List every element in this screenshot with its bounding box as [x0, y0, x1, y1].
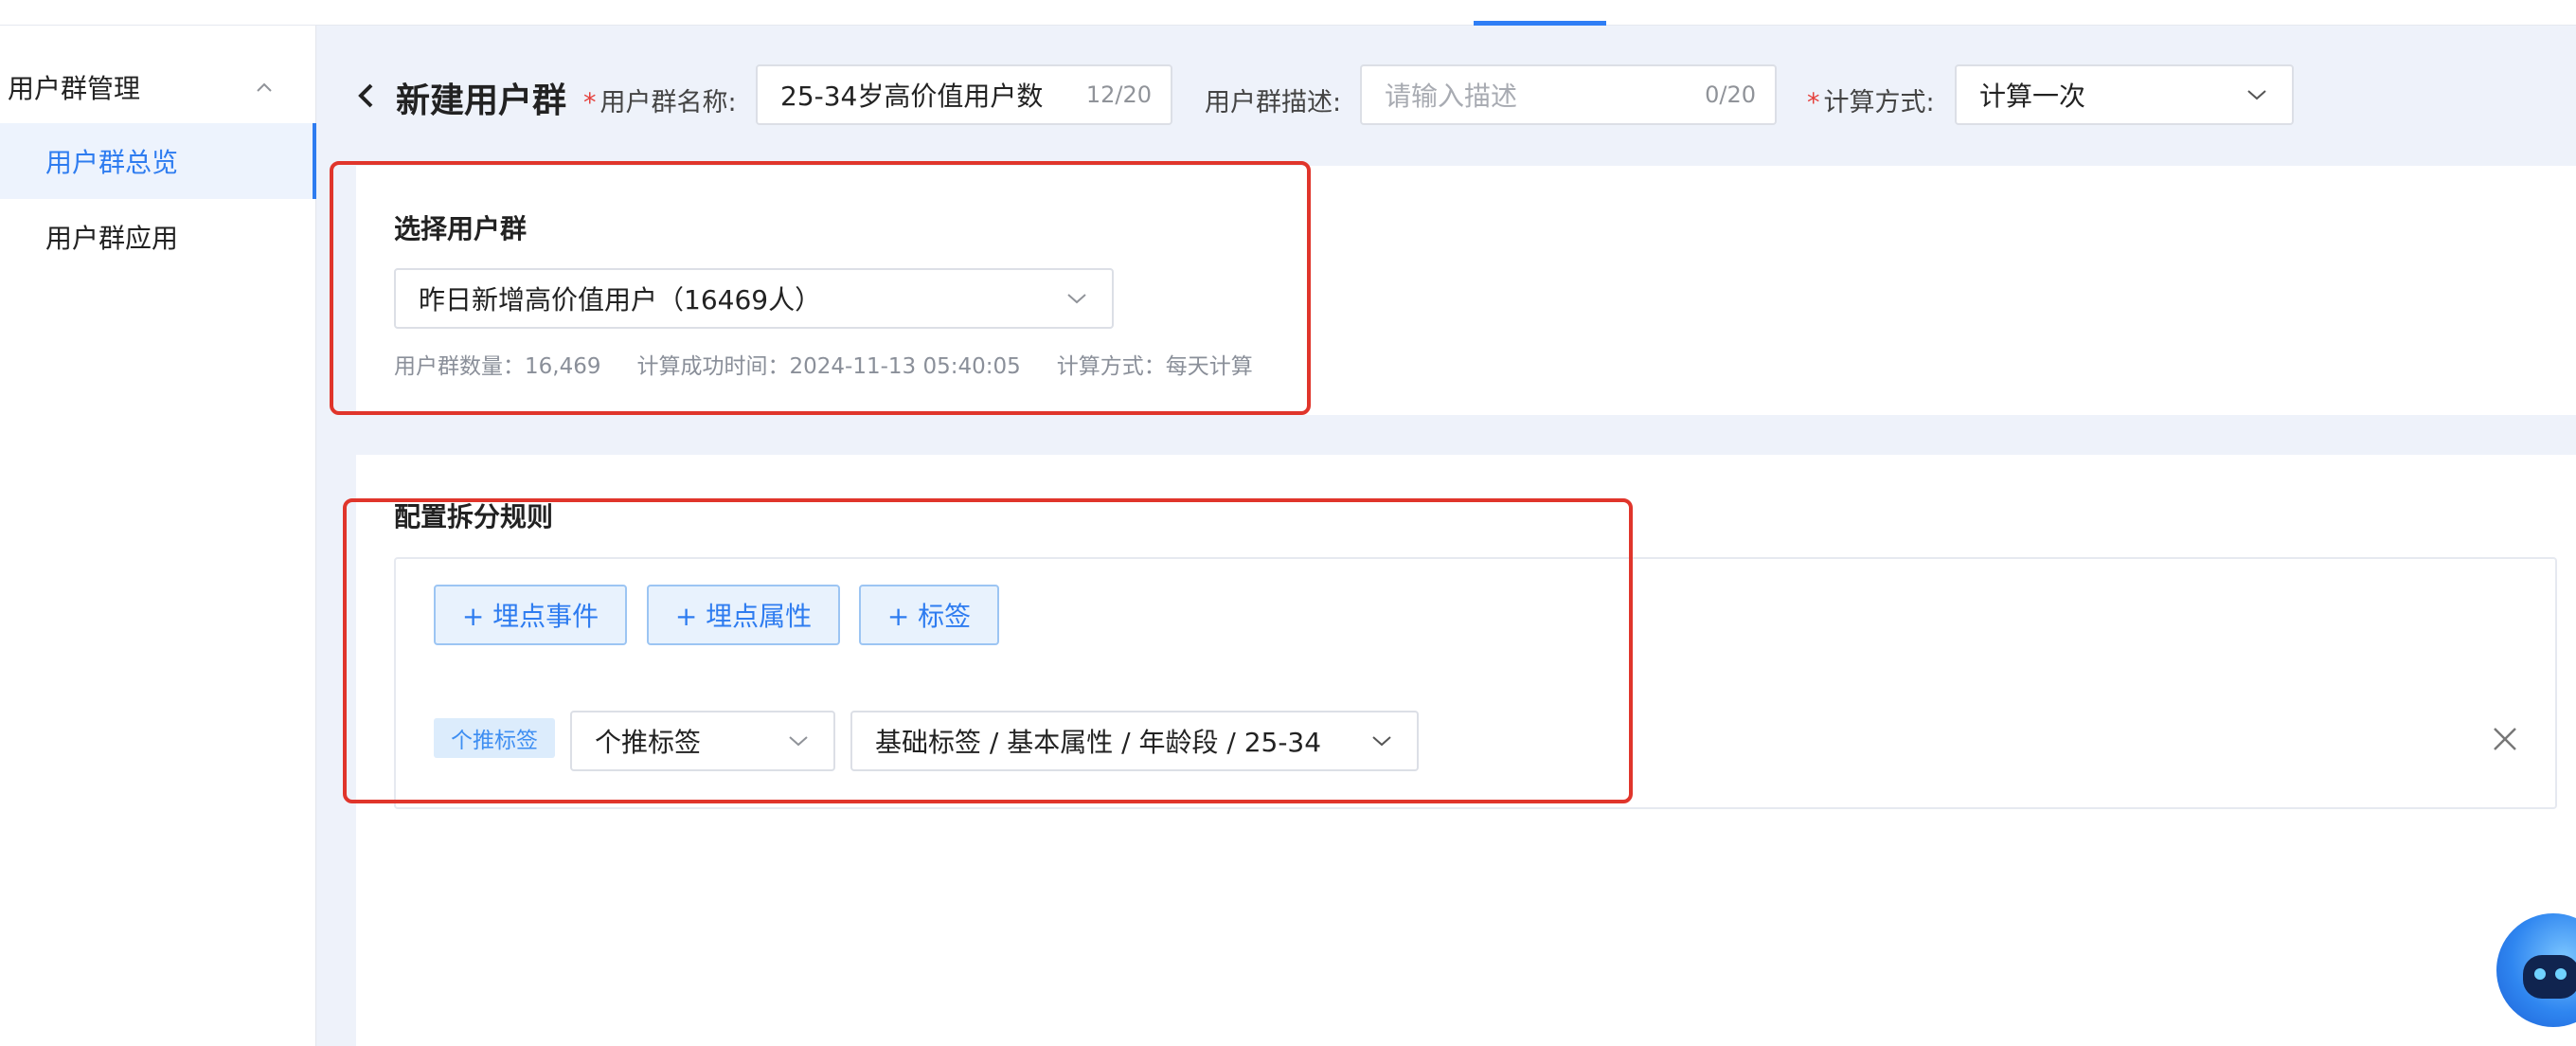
user-group-select[interactable]: 昨日新增高价值用户（16469人）	[394, 268, 1114, 329]
add-event-property-button[interactable]: + 埋点属性	[647, 585, 840, 645]
calc-success-time: 计算成功时间：2024-11-13 05:40:05	[636, 354, 1021, 379]
assistant-eye	[2534, 968, 2546, 980]
rule-path-select[interactable]: 基础标签 / 基本属性 / 年龄段 / 25-34	[850, 711, 1419, 771]
user-group-meta: 用户群数量：16,469 计算成功时间：2024-11-13 05:40:05 计算…	[394, 348, 1289, 380]
rule-path-value: 基础标签 / 基本属性 / 年龄段 / 25-34	[875, 727, 1322, 758]
sidebar-group-user-group-management[interactable]: 用户群管理	[0, 65, 316, 109]
top-nav-bar	[0, 0, 2576, 26]
chevron-down-icon	[789, 736, 808, 747]
required-mark: *	[583, 88, 597, 117]
rule-tag-badge: 个推标签	[434, 718, 555, 758]
user-group-desc-label: 用户群描述:	[1205, 88, 1342, 117]
user-group-desc-input[interactable]: 请输入描述 0/20	[1360, 64, 1777, 125]
user-group-name-label: * 用户群名称:	[583, 88, 737, 117]
sidebar-item-application[interactable]: 用户群应用	[0, 199, 316, 275]
sidebar: 用户群管理 用户群总览 用户群应用	[0, 26, 316, 1046]
chevron-down-icon	[1372, 736, 1391, 747]
sidebar-item-overview[interactable]: 用户群总览	[0, 123, 316, 199]
sidebar-group-label: 用户群管理	[8, 73, 141, 104]
calc-method-value: 计算一次	[1979, 81, 2086, 112]
required-mark: *	[1807, 88, 1820, 117]
name-char-count: 12/20	[1085, 81, 1152, 108]
split-rules-title: 配置拆分规则	[394, 501, 554, 532]
calc-method-label: * 计算方式:	[1807, 88, 1935, 117]
sidebar-item-label: 用户群总览	[45, 147, 179, 178]
assistant-eye	[2555, 968, 2567, 980]
user-group-name-input[interactable]: 25-34岁高价值用户数 12/20	[756, 64, 1172, 125]
rule-type-value: 个推标签	[595, 727, 702, 758]
select-user-group-title: 选择用户群	[394, 213, 528, 244]
add-event-button[interactable]: + 埋点事件	[434, 585, 627, 645]
chevron-down-icon	[1067, 294, 1086, 304]
desc-char-count: 0/20	[1705, 81, 1756, 108]
assistant-face	[2523, 955, 2576, 999]
user-group-count: 用户群数量：16,469	[394, 354, 601, 379]
chevron-up-icon[interactable]	[254, 77, 275, 98]
sidebar-item-label: 用户群应用	[45, 223, 179, 254]
page-title: 新建用户群	[396, 81, 567, 120]
calc-method-select[interactable]: 计算一次	[1955, 64, 2294, 125]
active-tab-indicator	[1474, 21, 1606, 26]
back-icon[interactable]	[354, 81, 379, 110]
add-tag-button[interactable]: + 标签	[859, 585, 999, 645]
calc-method-info: 计算方式：每天计算	[1056, 354, 1253, 379]
user-group-select-value: 昨日新增高价值用户（16469人）	[419, 284, 822, 316]
rule-type-select[interactable]: 个推标签	[570, 711, 835, 771]
desc-placeholder: 请输入描述	[1385, 81, 1518, 112]
user-group-name-value: 25-34岁高价值用户数	[780, 81, 1044, 112]
chevron-down-icon	[2247, 90, 2266, 100]
close-icon[interactable]	[2491, 725, 2519, 753]
